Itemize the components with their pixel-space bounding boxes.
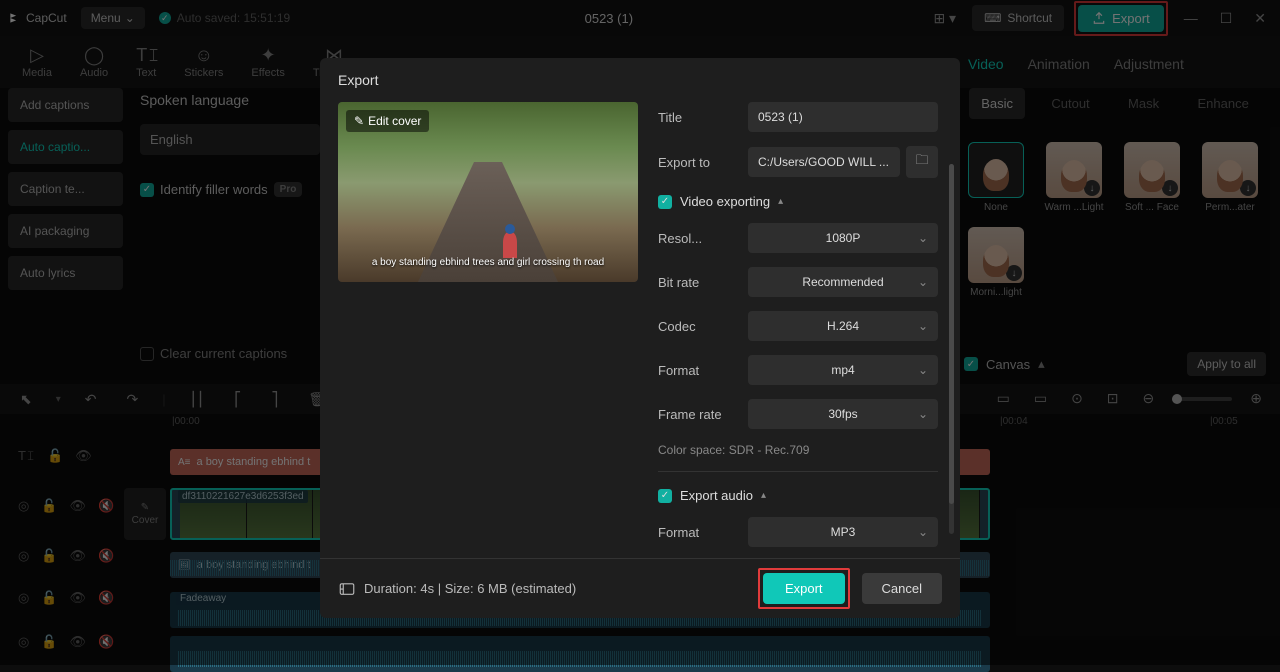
export-to-label: Export to bbox=[658, 155, 736, 170]
preview-caption: a boy standing ebhind trees and girl cro… bbox=[338, 257, 638, 268]
modal-export-button[interactable]: Export bbox=[763, 573, 845, 604]
edit-cover-button[interactable]: ✎Edit cover bbox=[346, 110, 429, 132]
resolution-select[interactable]: 1080P bbox=[748, 223, 938, 253]
codec-select[interactable]: H.264 bbox=[748, 311, 938, 341]
audio-format-label: Format bbox=[658, 525, 736, 540]
export-to-path[interactable]: C:/Users/GOOD WILL ... bbox=[748, 147, 900, 177]
codec-label: Codec bbox=[658, 319, 736, 334]
video-exporting-section[interactable]: Video exporting bbox=[680, 194, 770, 209]
bitrate-label: Bit rate bbox=[658, 275, 736, 290]
title-input[interactable] bbox=[748, 102, 938, 132]
export-modal: Export ✎Edit cover a boy standing ebhind… bbox=[320, 58, 960, 618]
title-label: Title bbox=[658, 110, 736, 125]
cover-preview: ✎Edit cover a boy standing ebhind trees … bbox=[338, 102, 638, 282]
resolution-label: Resol... bbox=[658, 231, 736, 246]
modal-scrollbar[interactable] bbox=[949, 164, 954, 534]
audio-format-select[interactable]: MP3 bbox=[748, 517, 938, 547]
framerate-label: Frame rate bbox=[658, 407, 736, 422]
format-label: Format bbox=[658, 363, 736, 378]
export-audio-section[interactable]: Export audio bbox=[680, 488, 753, 503]
folder-icon[interactable]: 🗀 bbox=[906, 146, 938, 178]
modal-cancel-button[interactable]: Cancel bbox=[862, 573, 942, 604]
bitrate-select[interactable]: Recommended bbox=[748, 267, 938, 297]
framerate-select[interactable]: 30fps bbox=[748, 399, 938, 429]
duration-info: Duration: 4s | Size: 6 MB (estimated) bbox=[338, 580, 576, 598]
format-select[interactable]: mp4 bbox=[748, 355, 938, 385]
modal-title: Export bbox=[320, 58, 960, 102]
colorspace-info: Color space: SDR - Rec.709 bbox=[658, 443, 938, 457]
